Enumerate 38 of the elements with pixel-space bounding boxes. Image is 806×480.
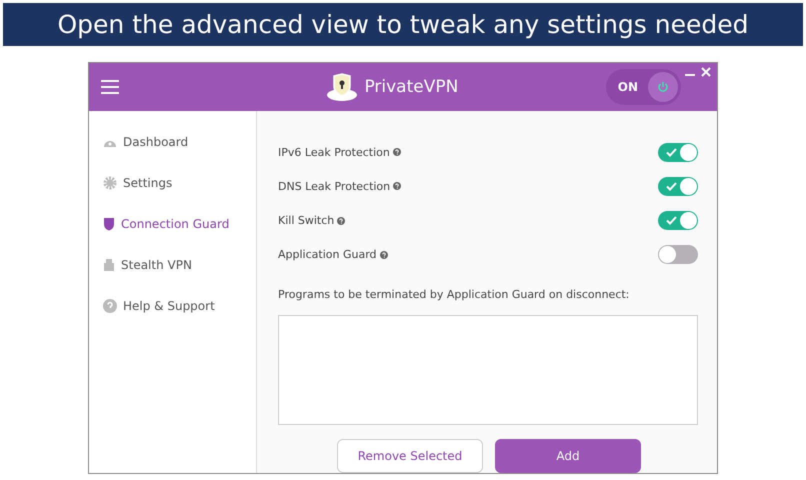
remove-button[interactable]: Remove Selected <box>337 438 483 473</box>
sidebar-label: Connection Guard <box>121 217 230 231</box>
sidebar-item[interactable]: Connection Guard <box>89 213 256 235</box>
sidebar-label: Stealth VPN <box>121 258 192 272</box>
power-switch[interactable]: ON <box>606 69 681 105</box>
sidebar-label: Settings <box>123 176 172 190</box>
sidebar-item[interactable]: Help & Support <box>89 295 256 317</box>
help-icon[interactable] <box>392 148 401 156</box>
check-icon <box>666 182 677 191</box>
help-icon[interactable] <box>393 182 402 190</box>
sidebar-item[interactable]: Dashboard <box>89 131 256 153</box>
check-icon <box>666 216 677 226</box>
brand-name: PrivateVPN <box>364 77 458 97</box>
sidebar-item[interactable]: Stealth VPN <box>89 254 256 276</box>
help-icon <box>103 299 117 313</box>
shield-icon <box>103 217 115 231</box>
shield-logo-icon <box>326 73 358 101</box>
menu-icon[interactable] <box>101 80 119 94</box>
programs-label: Programs to be terminated by Application Guard on disconnect: <box>278 288 630 301</box>
close-icon[interactable] <box>701 67 711 77</box>
gear-icon <box>103 176 117 190</box>
sidebar-label: Help & Support <box>123 299 215 313</box>
toggle-switch[interactable] <box>658 142 698 162</box>
setting-label: IPv6 Leak Protection <box>278 146 390 159</box>
help-icon[interactable] <box>337 216 346 225</box>
sidebar-label: Dashboard <box>123 135 188 149</box>
help-icon[interactable] <box>380 250 388 259</box>
add-button[interactable]: Add <box>495 438 641 473</box>
caption-banner: Open the advanced view to tweak any settings needed <box>3 3 803 46</box>
check-icon <box>666 148 677 157</box>
setting-label: Kill Switch <box>278 214 334 228</box>
sidebar-item[interactable]: Settings <box>89 172 256 194</box>
toggle-switch[interactable] <box>658 211 698 230</box>
toggle-switch[interactable] <box>658 176 698 196</box>
setting-label: Application Guard <box>278 248 377 262</box>
toggle-switch[interactable] <box>658 245 698 264</box>
setting-label: DNS Leak Protection <box>278 180 390 193</box>
power-icon <box>657 81 669 93</box>
